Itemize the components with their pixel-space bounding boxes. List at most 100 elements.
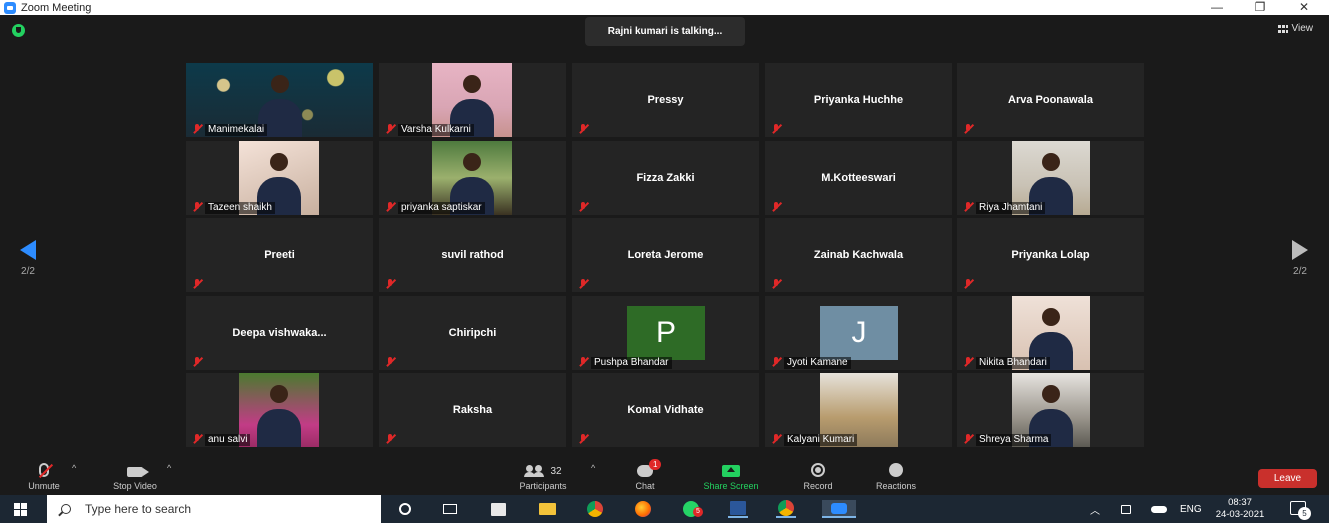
participant-tile[interactable]: Preeti xyxy=(186,218,373,292)
windows-start-icon[interactable] xyxy=(14,503,27,516)
participant-tile[interactable]: Deepa vishwaka... xyxy=(186,296,373,370)
zoom-taskbar-icon[interactable] xyxy=(822,500,856,518)
participant-video xyxy=(239,373,319,447)
participant-tile[interactable]: Raksha xyxy=(379,373,566,447)
microphone-muted-icon xyxy=(771,434,781,444)
next-page-button[interactable]: 2/2 xyxy=(1285,240,1315,277)
video-options-caret[interactable]: ^ xyxy=(167,463,171,473)
participant-tile[interactable]: M.Kotteeswari xyxy=(765,141,952,215)
participant-tile[interactable]: Arva Poonawala xyxy=(957,63,1144,137)
participant-name: Priyanka Lolap xyxy=(1011,249,1090,261)
chat-button[interactable]: 1 Chat xyxy=(620,455,670,495)
reactions-smiley-icon xyxy=(889,463,903,477)
participant-tile[interactable]: Riya Jhamtani xyxy=(957,141,1144,215)
view-button[interactable]: View xyxy=(1277,23,1313,34)
participant-tile[interactable]: Nikita Bhandari xyxy=(957,296,1144,370)
audio-options-caret[interactable]: ^ xyxy=(72,463,76,473)
participant-tile[interactable]: Pressy xyxy=(572,63,759,137)
task-view-icon[interactable] xyxy=(440,500,460,518)
participant-tile[interactable]: Loreta Jerome xyxy=(572,218,759,292)
participant-tile[interactable]: priyanka saptiskar xyxy=(379,141,566,215)
close-button[interactable]: ✕ xyxy=(1284,0,1324,15)
share-screen-label: Share Screen xyxy=(703,481,759,491)
participant-name-label: Shreya Sharma xyxy=(976,434,1052,446)
participant-name: Komal Vidhate xyxy=(627,404,704,416)
microphone-muted-icon xyxy=(771,357,781,367)
participant-name: suvil rathod xyxy=(441,249,504,261)
participant-tile[interactable]: P Pushpa Bhandar xyxy=(572,296,759,370)
microphone-muted-icon xyxy=(963,357,973,367)
participant-name: Fizza Zakki xyxy=(636,172,695,184)
participant-tile[interactable]: Shreya Sharma xyxy=(957,373,1144,447)
word-icon[interactable] xyxy=(728,500,748,518)
participant-tile[interactable]: Chiripchi xyxy=(379,296,566,370)
meeting-toolbar: Unmute ^ Stop Video ^ 32 Participants ^ … xyxy=(0,455,1329,495)
display-icon[interactable] xyxy=(1121,495,1131,523)
participant-name-label: anu salvi xyxy=(205,434,251,446)
participant-tile[interactable]: Zainab Kachwala xyxy=(765,218,952,292)
microphone-muted-icon xyxy=(771,124,781,134)
participant-name: Deepa vishwaka... xyxy=(232,327,327,339)
participant-tile[interactable]: Kalyani Kumari xyxy=(765,373,952,447)
share-screen-button[interactable]: Share Screen xyxy=(695,455,767,495)
participant-tile[interactable]: Priyanka Huchhe xyxy=(765,63,952,137)
participant-tile[interactable]: Manimekalai xyxy=(186,63,373,137)
participant-name: Arva Poonawala xyxy=(1008,94,1093,106)
chrome-window-icon[interactable] xyxy=(776,500,796,518)
participants-icon xyxy=(524,465,544,477)
participant-tile[interactable]: Komal Vidhate xyxy=(572,373,759,447)
participant-name: Preeti xyxy=(264,249,295,261)
participant-name-label: Jyoti Kamane xyxy=(784,357,851,369)
participant-tile[interactable]: Priyanka Lolap xyxy=(957,218,1144,292)
store-icon[interactable] xyxy=(488,500,508,518)
cortana-icon[interactable] xyxy=(395,500,415,518)
participant-name-label: Tazeen shaikh xyxy=(205,202,275,214)
microphone-muted-icon xyxy=(578,124,588,134)
record-button[interactable]: Record xyxy=(794,455,842,495)
microphone-muted-icon xyxy=(192,357,202,367)
participant-name-label: Manimekalai xyxy=(205,124,268,136)
whatsapp-icon[interactable]: 5 xyxy=(681,500,703,518)
participant-tile[interactable]: suvil rathod xyxy=(379,218,566,292)
file-explorer-icon[interactable] xyxy=(537,500,557,518)
arrow-right-icon xyxy=(1292,240,1308,260)
participant-name: Priyanka Huchhe xyxy=(813,94,904,106)
leave-button[interactable]: Leave xyxy=(1258,469,1317,488)
participant-tile[interactable]: Tazeen shaikh xyxy=(186,141,373,215)
zoom-meeting-window: Zoom Meeting — ❐ ✕ Rajni kumari is talki… xyxy=(0,0,1329,523)
microphone-muted-icon xyxy=(963,202,973,212)
microphone-muted-icon xyxy=(385,434,395,444)
minimize-button[interactable]: — xyxy=(1197,0,1237,15)
microphone-muted-icon xyxy=(578,279,588,289)
arrow-left-icon xyxy=(20,240,36,260)
title-bar: Zoom Meeting — ❐ ✕ xyxy=(0,0,1329,15)
participants-button[interactable]: 32 Participants xyxy=(505,455,581,495)
participant-tile[interactable]: J Jyoti Kamane xyxy=(765,296,952,370)
search-icon xyxy=(61,504,71,514)
participants-options-caret[interactable]: ^ xyxy=(591,463,595,473)
stop-video-button[interactable]: Stop Video xyxy=(100,455,170,495)
language-indicator[interactable]: ENG xyxy=(1180,495,1202,523)
microphone-muted-icon xyxy=(385,124,395,134)
zoom-logo-icon xyxy=(4,1,16,14)
onedrive-cloud-icon[interactable] xyxy=(1151,495,1167,523)
record-label: Record xyxy=(803,481,833,491)
participant-tile[interactable]: Fizza Zakki xyxy=(572,141,759,215)
unmute-button[interactable]: Unmute xyxy=(14,455,74,495)
chrome-icon[interactable] xyxy=(585,500,605,518)
reactions-button[interactable]: Reactions xyxy=(868,455,924,495)
microphone-muted-icon xyxy=(192,202,202,212)
show-hidden-icons-chevron[interactable]: ︿ xyxy=(1090,495,1100,523)
taskbar-clock[interactable]: 08:37 24-03-2021 xyxy=(1210,497,1270,521)
participant-tile[interactable]: Varsha Kulkarni xyxy=(379,63,566,137)
microphone-muted-icon xyxy=(385,279,395,289)
firefox-icon[interactable] xyxy=(633,500,653,518)
maximize-button[interactable]: ❐ xyxy=(1240,0,1280,15)
security-shield-icon[interactable] xyxy=(12,24,25,37)
previous-page-button[interactable]: 2/2 xyxy=(13,240,43,277)
microphone-muted-icon xyxy=(192,279,202,289)
participants-label: Participants xyxy=(519,481,567,491)
participant-tile[interactable]: anu salvi xyxy=(186,373,373,447)
participant-name: Raksha xyxy=(452,404,493,416)
taskbar-search-box[interactable]: Type here to search xyxy=(47,495,381,523)
